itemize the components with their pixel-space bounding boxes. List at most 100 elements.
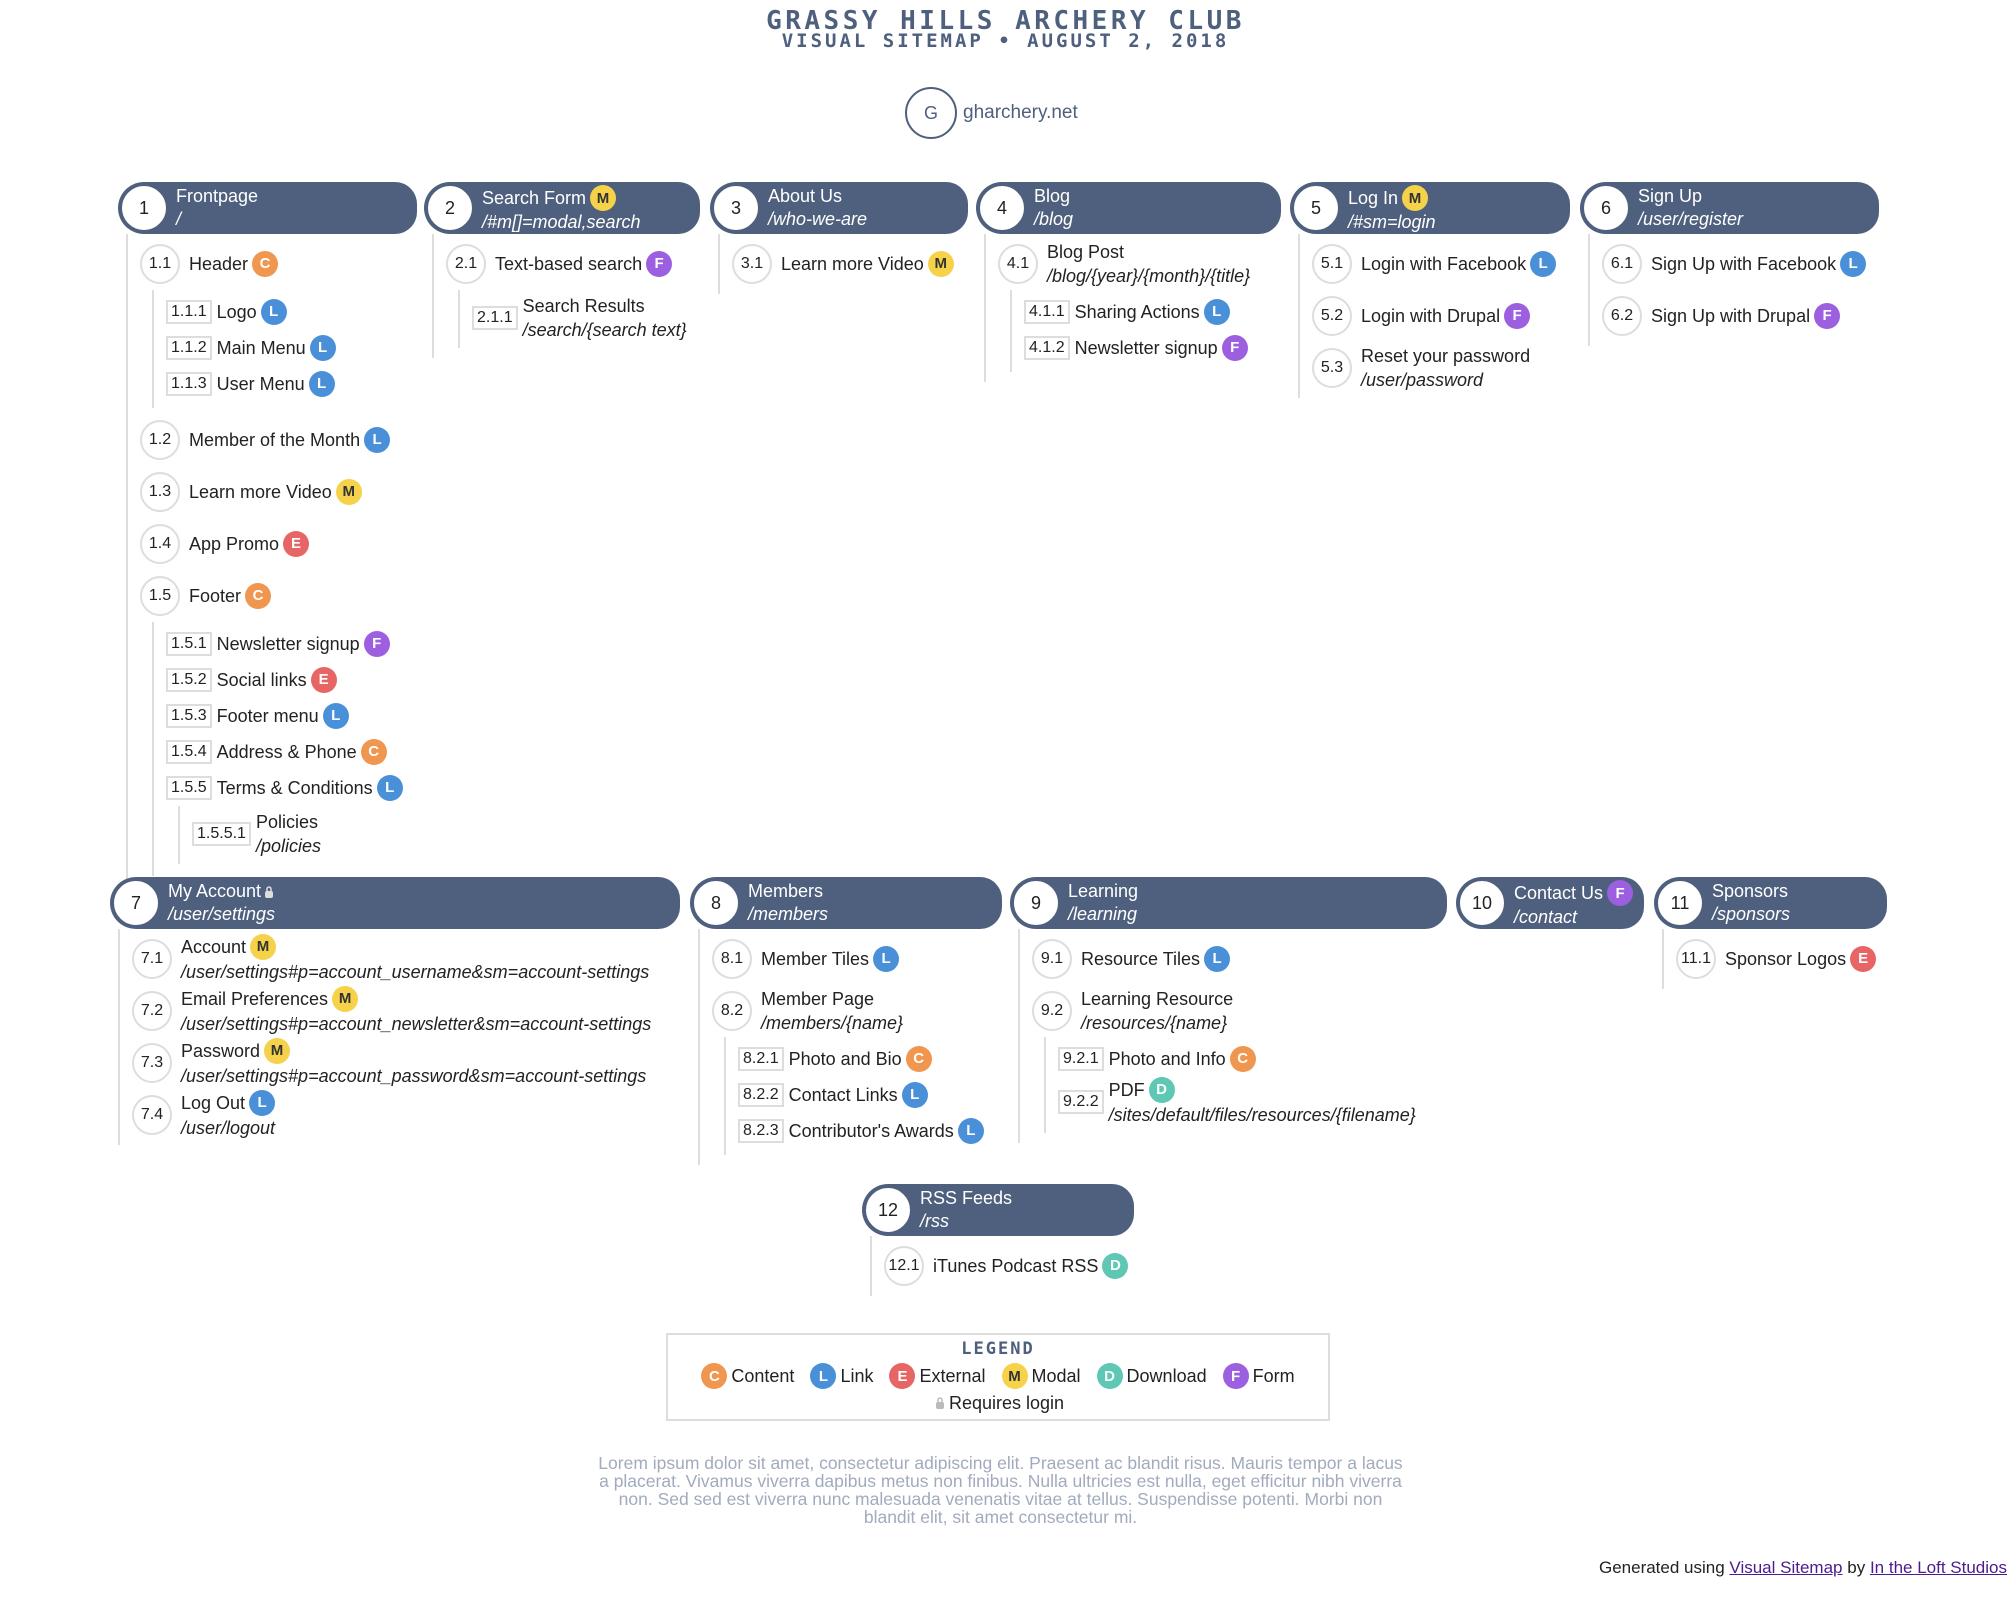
page-node[interactable]: 1.5 Footer C <box>140 570 417 622</box>
node-number: 5.2 <box>1312 296 1352 336</box>
node-text: Contact Links L <box>789 1082 928 1108</box>
badge-l-icon: L <box>364 427 391 453</box>
badge-l-icon: L <box>901 1082 928 1108</box>
section-header[interactable]: 10 Contact Us F/contact <box>1456 877 1644 929</box>
subpage-node[interactable]: 9.2.2 PDF D/sites/default/files/resources/… <box>1058 1077 1447 1127</box>
node-title: Learning Resource <box>1081 987 1233 1011</box>
subpage-node[interactable]: 1.5.4 Address & Phone C <box>166 734 417 770</box>
subpage-node[interactable]: 1.5.5 Terms & Conditions L <box>166 770 417 806</box>
node-label: Password <box>181 1041 261 1061</box>
badge-m-icon: M <box>264 1038 291 1064</box>
section-header[interactable]: 6 Sign Up/user/register <box>1580 182 1879 234</box>
page-node[interactable]: 9.2 Learning Resource/resources/{name} <box>1032 985 1447 1037</box>
node-label: Log Out <box>181 1093 246 1113</box>
section-log-in: 5 Log In M/#sm=login 5.1 Login with Facebook… <box>1290 182 1570 398</box>
page-node[interactable]: 1.3 Learn more Video M <box>140 466 417 518</box>
subpage-node[interactable]: 1.1.2 Main Menu L <box>166 330 417 366</box>
page-node[interactable]: 1.1 Header C <box>140 238 417 290</box>
badge-d-icon: D <box>1148 1077 1175 1103</box>
badge-l-icon: L <box>309 335 336 361</box>
section-sponsors: 11 Sponsors/sponsors 11.1 Sponsor Logos E <box>1654 877 1887 989</box>
subpage-node[interactable]: 1.5.3 Footer menu L <box>166 698 417 734</box>
section-title-label: Search Form <box>482 187 587 208</box>
legend-entry-link: L Link <box>810 1363 873 1389</box>
subpage-node[interactable]: 4.1.1 Sharing Actions L <box>1024 294 1281 330</box>
node-title: Login with Drupal F <box>1361 303 1531 329</box>
node-text: Text-based search F <box>495 251 673 277</box>
page-node[interactable]: 5.1 Login with Facebook L <box>1312 238 1570 290</box>
badge-c-icon: C <box>360 739 387 765</box>
page-list: 12.1 iTunes Podcast RSS D <box>870 1236 1134 1296</box>
subpage-node[interactable]: 4.1.2 Newsletter signup F <box>1024 330 1281 366</box>
node-number: 1.5.4 <box>166 740 212 764</box>
legend-entry-download: D Download <box>1096 1363 1207 1389</box>
in-the-loft-studios-link[interactable]: In the Loft Studios <box>1870 1558 2007 1577</box>
subpage-node[interactable]: 1.5.2 Social links E <box>166 662 417 698</box>
page-node[interactable]: 7.4 Log Out L/user/logout <box>132 1089 680 1141</box>
section-header[interactable]: 5 Log In M/#sm=login <box>1290 182 1570 234</box>
page-node[interactable]: 3.1 Learn more Video M <box>732 238 968 290</box>
node-title: Account M <box>181 934 649 960</box>
section-header-text: Log In M/#sm=login <box>1348 185 1436 234</box>
section-title: Contact Us F <box>1514 880 1634 906</box>
section-header[interactable]: 9 Learning/learning <box>1010 877 1447 929</box>
page-node[interactable]: 2.1 Text-based search F <box>446 238 700 290</box>
node-path: /blog/{year}/{month}/{title} <box>1047 266 1251 286</box>
page-node[interactable]: 6.1 Sign Up with Facebook L <box>1602 238 1879 290</box>
section-header[interactable]: 11 Sponsors/sponsors <box>1654 877 1887 929</box>
page-node[interactable]: 6.2 Sign Up with Drupal F <box>1602 290 1879 342</box>
node-text: Account M/user/settings#p=account_usernam… <box>181 934 649 984</box>
section-header[interactable]: 2 Search Form M/#m[]=modal,search <box>424 182 700 234</box>
page-node[interactable]: 8.2 Member Page/members/{name} <box>712 985 1002 1037</box>
section-path: /learning <box>1068 904 1138 924</box>
page-node[interactable]: 1.2 Member of the Month L <box>140 414 417 466</box>
badge-c-icon: C <box>905 1046 932 1072</box>
section-header-text: Sign Up/user/register <box>1638 185 1743 231</box>
badge-e-icon: E <box>889 1363 916 1389</box>
child-list: 1.5.5.1 Policies/policies <box>178 806 417 864</box>
section-header[interactable]: 4 Blog/blog <box>976 182 1281 234</box>
subpage-node[interactable]: 8.2.3 Contributor's Awards L <box>738 1113 1002 1149</box>
page-node[interactable]: 8.1 Member Tiles L <box>712 933 1002 985</box>
visual-sitemap-link[interactable]: Visual Sitemap <box>1729 1558 1842 1577</box>
page-node[interactable]: 5.2 Login with Drupal F <box>1312 290 1570 342</box>
page-node[interactable]: 9.1 Resource Tiles L <box>1032 933 1447 985</box>
section-header[interactable]: 1 Frontpage / <box>118 182 417 234</box>
subpage-node[interactable]: 2.1.1 Search Results/search/{search text} <box>472 294 700 342</box>
section-title-label: Log In <box>1348 187 1399 208</box>
page-node[interactable]: 5.3 Reset your password/user/password <box>1312 342 1570 394</box>
subpage-node[interactable]: 1.5.5.1 Policies/policies <box>192 810 417 858</box>
section-my-account: 7 My Account/user/settings 7.1 Account M/use… <box>110 877 680 1145</box>
section-path: /blog <box>1034 209 1074 229</box>
section-title: Members <box>748 880 828 903</box>
page-node[interactable]: 12.1 iTunes Podcast RSS D <box>884 1240 1134 1292</box>
page-node[interactable]: 1.4 App Promo E <box>140 518 417 570</box>
node-path: /members/{name} <box>761 1013 904 1033</box>
badge-m-icon: M <box>250 934 277 960</box>
page-node[interactable]: 7.1 Account M/user/settings#p=account_user… <box>132 933 680 985</box>
node-title: Main Menu L <box>217 335 336 361</box>
page-node[interactable]: 4.1 Blog Post/blog/{year}/{month}/{title} <box>998 238 1281 290</box>
subpage-node[interactable]: 8.2.1 Photo and Bio C <box>738 1041 1002 1077</box>
subpage-node[interactable]: 1.1.3 User Menu L <box>166 366 417 402</box>
subpage-node[interactable]: 1.1.1 Logo L <box>166 294 417 330</box>
subpage-node[interactable]: 9.2.1 Photo and Info C <box>1058 1041 1447 1077</box>
node-label: PDF <box>1108 1080 1145 1100</box>
section-header[interactable]: 8 Members/members <box>690 877 1002 929</box>
subpage-node[interactable]: 8.2.2 Contact Links L <box>738 1077 1002 1113</box>
home-node[interactable]: G gharchery.net <box>905 87 1078 139</box>
page-node[interactable]: 11.1 Sponsor Logos E <box>1676 933 1887 985</box>
node-label: Terms & Conditions <box>216 778 373 798</box>
node-label: Main Menu <box>216 338 306 358</box>
node-text: Address & Phone C <box>217 739 387 765</box>
node-text: iTunes Podcast RSS D <box>933 1253 1129 1279</box>
subpage-node[interactable]: 1.5.1 Newsletter signup F <box>166 626 417 662</box>
section-header[interactable]: 3 About Us/who-we-are <box>710 182 968 234</box>
node-title: Learn more Video M <box>781 251 954 277</box>
page-node[interactable]: 7.2 Email Preferences M/user/settings#p=ac… <box>132 985 680 1037</box>
section-header[interactable]: 7 My Account/user/settings <box>110 877 680 929</box>
section-header[interactable]: 12 RSS Feeds/rss <box>862 1184 1134 1236</box>
legend-label: Modal <box>1031 1365 1081 1386</box>
page-node[interactable]: 7.3 Password M/user/settings#p=account_pas… <box>132 1037 680 1089</box>
page-list: 9.1 Resource Tiles L 9.2 Learning Resource/r… <box>1018 929 1447 1143</box>
